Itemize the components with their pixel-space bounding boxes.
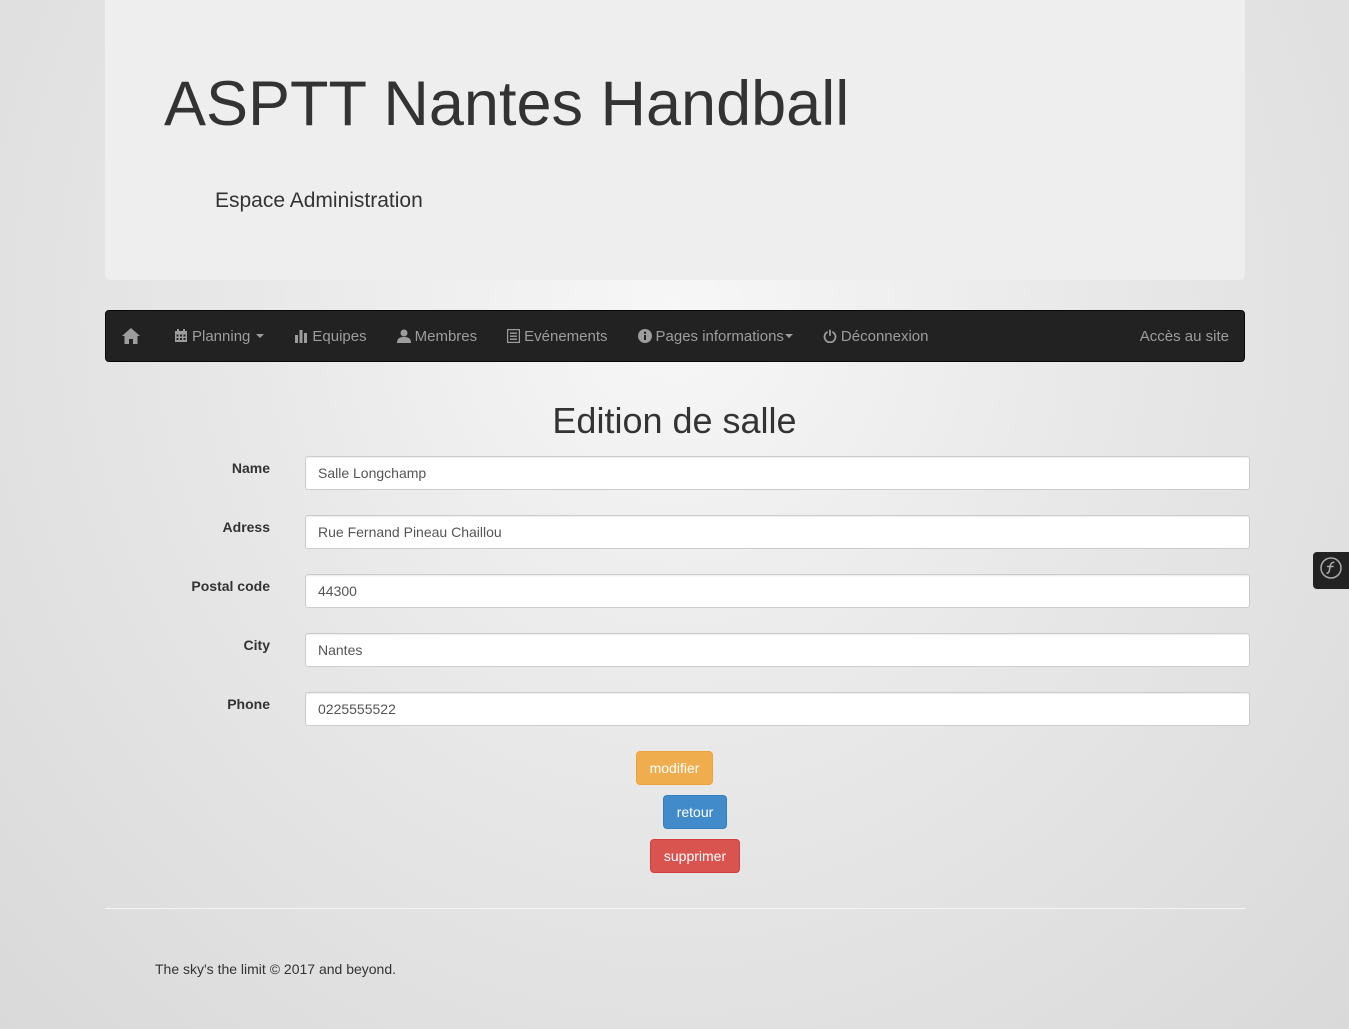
nav-membres[interactable]: Membres	[382, 311, 493, 361]
footer-text: The sky's the limit © 2017 and beyond.	[155, 961, 397, 977]
back-button[interactable]: retour	[663, 795, 727, 829]
nav-evenements[interactable]: Evénements	[492, 311, 622, 361]
nav-pages-informations-label: Pages informations	[655, 327, 784, 345]
form-row-phone: Phone	[105, 692, 1250, 726]
nav-planning-label: Planning	[192, 327, 251, 345]
nav-evenements-label: Evénements	[524, 327, 608, 345]
main-navbar: Planning Equipes Membres Evénements Page…	[105, 310, 1245, 362]
nav-membres-label: Membres	[414, 327, 478, 345]
home-icon	[121, 327, 141, 345]
footer-divider	[105, 908, 1245, 909]
site-subtitle: Espace Administration	[215, 189, 423, 212]
page-title: Edition de salle	[552, 400, 797, 441]
nav-deconnexion-label: Déconnexion	[840, 327, 929, 345]
form-row-postal-code: Postal code	[105, 574, 1250, 608]
header-jumbotron: ASPTT Nantes Handball Espace Administrat…	[105, 0, 1245, 280]
nav-equipes[interactable]: Equipes	[279, 311, 381, 361]
city-input[interactable]	[305, 633, 1250, 667]
city-label: City	[243, 637, 270, 653]
bar-chart-icon	[294, 329, 308, 343]
calendar-icon	[174, 329, 188, 343]
nav-home[interactable]	[106, 311, 159, 361]
name-label: Name	[231, 460, 270, 476]
nav-planning[interactable]: Planning	[159, 311, 279, 361]
adress-input[interactable]	[305, 515, 1250, 549]
nav-pages-informations[interactable]: Pages informations	[623, 311, 808, 361]
chevron-down-icon	[256, 334, 265, 338]
form-row-adress: Adress	[105, 515, 1250, 549]
adress-label: Adress	[222, 519, 270, 535]
user-icon	[396, 329, 411, 343]
list-icon	[507, 329, 521, 343]
nav-acces-au-site[interactable]: Accès au site	[1125, 311, 1244, 361]
nav-deconnexion[interactable]: Déconnexion	[808, 311, 944, 361]
form-row-city: City	[105, 633, 1250, 667]
modify-button[interactable]: modifier	[636, 751, 713, 785]
postal-code-input[interactable]	[305, 574, 1250, 608]
symfony-logo-icon	[1320, 557, 1342, 584]
info-icon	[637, 329, 652, 343]
delete-button[interactable]: supprimer	[650, 839, 740, 873]
phone-label: Phone	[227, 696, 270, 712]
nav-equipes-label: Equipes	[312, 327, 367, 345]
chevron-down-icon	[784, 334, 793, 338]
phone-input[interactable]	[305, 692, 1250, 726]
form-row-name: Name	[105, 456, 1250, 490]
postal-code-label: Postal code	[191, 578, 270, 594]
site-title: ASPTT Nantes Handball	[164, 69, 850, 139]
symfony-toolbar-toggle[interactable]	[1313, 552, 1349, 589]
power-icon	[823, 329, 837, 343]
name-input[interactable]	[305, 456, 1250, 490]
